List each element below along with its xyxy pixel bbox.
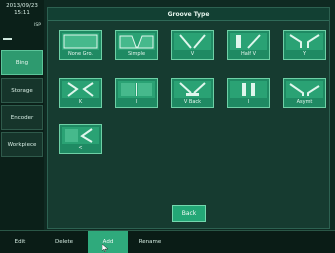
sidebar-item-encoder[interactable]: Encoder (1, 105, 43, 130)
groove-v-icon (174, 33, 211, 50)
groove-type-dialog: Groove Type None Gro. Simple V Half V Y … (47, 7, 330, 229)
groove-label: I (247, 99, 250, 105)
delete-button[interactable]: Delete (44, 231, 84, 253)
sidebar-item-label: Storage (11, 87, 33, 94)
groove-label: V Back (183, 99, 202, 105)
unit-label: ISP (34, 23, 41, 28)
edit-button[interactable]: Edit (0, 231, 40, 253)
sidebar-item-bing[interactable]: Bing (1, 50, 43, 75)
groove-button-half-v[interactable]: Half V (227, 30, 270, 60)
groove-label: K (78, 99, 83, 105)
left-sidebar: 2013/09/23 15:11 ISP Bing Storage Encode… (0, 0, 44, 230)
groove-asymmetric-icon (286, 81, 323, 98)
groove-label: Simple (127, 51, 146, 57)
groove-v-back-icon (174, 81, 211, 98)
rename-button[interactable]: Rename (130, 231, 170, 253)
sidebar-item-workpiece[interactable]: Workpiece (1, 132, 43, 157)
groove-button-v-back[interactable]: V Back (171, 78, 214, 108)
groove-button-asymmetric[interactable]: Asymt (283, 78, 326, 108)
pointer-cursor-icon (102, 244, 108, 252)
sidebar-item-storage[interactable]: Storage (1, 78, 43, 103)
sidebar-item-label: Encoder (10, 114, 34, 121)
groove-simple-icon (118, 33, 155, 50)
groove-button-v[interactable]: V (171, 30, 214, 60)
minus-icon[interactable] (3, 38, 12, 40)
groove-label: None Gro. (67, 51, 93, 57)
groove-label: V (190, 51, 195, 57)
groove-button-simple[interactable]: Simple (115, 30, 158, 60)
groove-none-icon (62, 33, 99, 50)
time-text: 15:11 (14, 9, 30, 16)
dialog-title: Groove Type (48, 8, 329, 21)
groove-label: < (78, 145, 83, 151)
groove-k-icon (62, 81, 99, 98)
groove-label: I (135, 99, 138, 105)
groove-i-gap-icon (230, 81, 267, 98)
groove-button-none[interactable]: None Gro. (59, 30, 102, 60)
groove-label: Y (302, 51, 307, 57)
sidebar-item-label: Workpiece (7, 141, 37, 148)
groove-grid: None Gro. Simple V Half V Y K I V Back I… (59, 30, 329, 160)
groove-button-angle[interactable]: < (59, 124, 102, 154)
sidebar-item-label: Bing (15, 59, 29, 66)
groove-button-k[interactable]: K (59, 78, 102, 108)
add-button[interactable]: Add (88, 231, 128, 253)
groove-y-icon (286, 33, 323, 50)
groove-label: Half V (241, 51, 256, 57)
back-button[interactable]: Back (172, 205, 206, 222)
date-text: 2013/09/23 (6, 3, 38, 9)
screen: 2013/09/23 15:11 ISP Bing Storage Encode… (0, 0, 335, 253)
groove-label: Asymt (296, 99, 313, 105)
groove-half-v-icon (230, 33, 267, 50)
datetime: 2013/09/23 15:11 (0, 3, 44, 16)
bottom-toolbar: Edit Delete Add Rename (0, 230, 335, 253)
groove-i-icon (118, 81, 155, 98)
groove-button-y[interactable]: Y (283, 30, 326, 60)
groove-button-i[interactable]: I (115, 78, 158, 108)
groove-button-i-gap[interactable]: I (227, 78, 270, 108)
groove-angle-icon (62, 127, 99, 144)
